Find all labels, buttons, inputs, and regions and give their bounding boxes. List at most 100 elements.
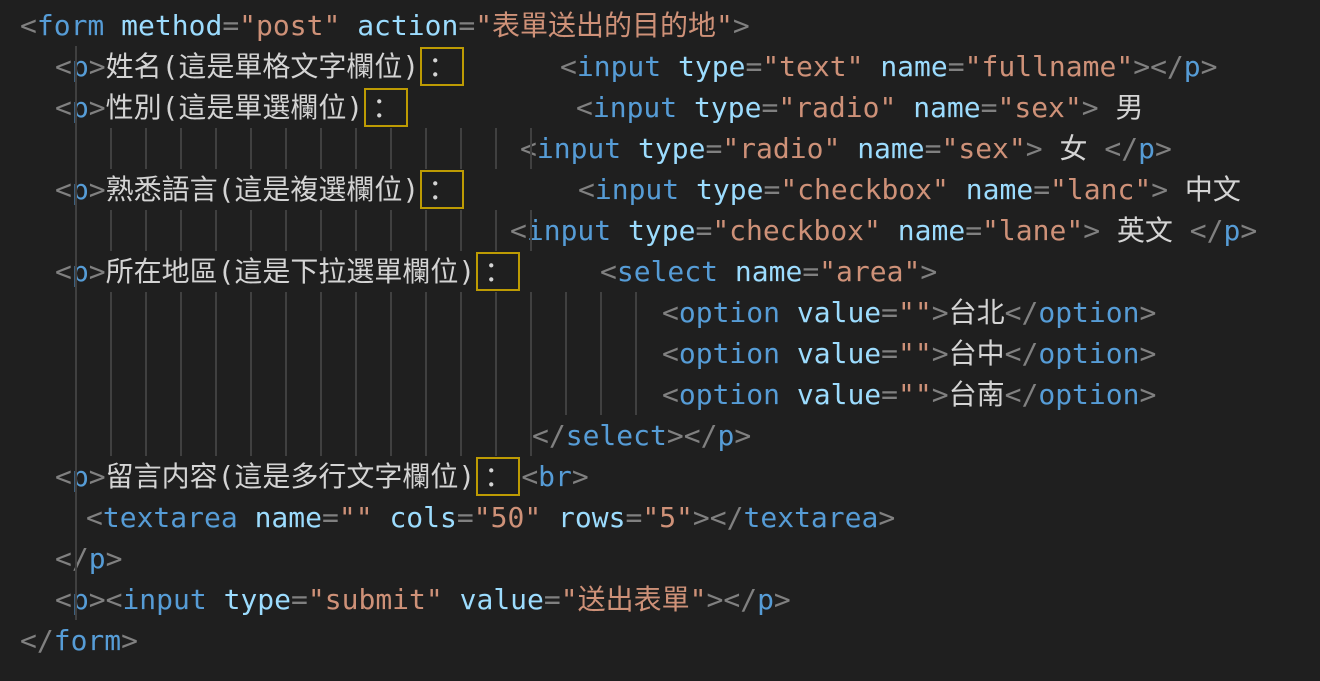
punctuation-token: >	[734, 419, 751, 452]
string-token: ""	[898, 378, 932, 411]
code-segment: </form>	[20, 620, 138, 661]
attribute-token: type	[638, 132, 705, 165]
whitespace-token	[679, 173, 696, 206]
attribute-token: value	[797, 378, 881, 411]
code-line[interactable]: <input type="checkbox" name="lane"> 英文 <…	[20, 210, 1320, 251]
punctuation-token: <	[86, 501, 103, 534]
punctuation-token: =	[1033, 173, 1050, 206]
string-token: "lane"	[982, 214, 1083, 247]
string-token: "checkbox"	[780, 173, 949, 206]
punctuation-token: =	[981, 91, 998, 124]
tag-token: p	[72, 91, 89, 124]
attribute-token: name	[735, 255, 802, 288]
code-segment: </select></p>	[532, 415, 751, 456]
text-token: 台南	[949, 378, 1005, 411]
punctuation-token: </	[684, 419, 718, 452]
punctuation-token: </	[1150, 50, 1184, 83]
text-token: 台北	[949, 296, 1005, 329]
punctuation-token: =	[544, 583, 561, 616]
code-line[interactable]: <p>姓名(這是單格文字欄位)：<input type="text" name=…	[20, 46, 1320, 87]
tag-token: p	[89, 542, 106, 575]
string-token: "radio"	[722, 132, 840, 165]
punctuation-token: </	[1005, 378, 1039, 411]
punctuation-token: <	[600, 255, 617, 288]
code-line[interactable]: <p>性別(這是單選欄位)：<input type="radio" name="…	[20, 87, 1320, 128]
code-segment-aligned: <input type="radio" name="sex"> 男	[576, 87, 1144, 128]
punctuation-token: >	[920, 255, 937, 288]
code-line[interactable]: <option value="">台中</option>	[20, 333, 1320, 374]
punctuation-token: =	[761, 91, 778, 124]
punctuation-token: <	[20, 9, 37, 42]
code-segment: <input type="radio" name="sex"> 女 </p>	[520, 128, 1172, 169]
code-editor[interactable]: <form method="post" action="表單送出的目的地"><p…	[0, 0, 1320, 681]
punctuation-token: >	[932, 296, 949, 329]
punctuation-token: <	[521, 460, 538, 493]
indent-guide	[75, 128, 532, 169]
punctuation-token: </	[723, 583, 757, 616]
tag-token: input	[537, 132, 621, 165]
code-line[interactable]: <textarea name="" cols="50" rows="5"></t…	[20, 497, 1320, 538]
code-line[interactable]: <p>所在地區(這是下拉選單欄位)：<select name="area">	[20, 251, 1320, 292]
text-token: 台中	[949, 337, 1005, 370]
punctuation-token: >	[1083, 214, 1100, 247]
code-line[interactable]: </select></p>	[20, 415, 1320, 456]
punctuation-token: >	[1140, 378, 1157, 411]
whitespace-token	[863, 50, 880, 83]
string-token: "post"	[239, 9, 340, 42]
code-line[interactable]: <option value="">台南</option>	[20, 374, 1320, 415]
punctuation-token: =	[881, 378, 898, 411]
punctuation-token: >	[932, 337, 949, 370]
whitespace-token	[443, 583, 460, 616]
tag-token: form	[54, 624, 121, 657]
unicode-highlight-box: ：	[420, 47, 464, 86]
code-segment-aligned: <input type="text" name="fullname"></p>	[560, 46, 1218, 87]
code-line[interactable]: </p>	[20, 538, 1320, 579]
tag-token: input	[527, 214, 611, 247]
punctuation-token: =	[948, 50, 965, 83]
code-line[interactable]: <p>留言内容(這是多行文字欄位)：<br>	[20, 456, 1320, 497]
text-token: 姓名(這是單格文字欄位)	[106, 50, 420, 83]
punctuation-token: >	[89, 583, 106, 616]
indent-guide	[75, 415, 532, 456]
attribute-token: action	[357, 9, 458, 42]
code-segment: <p>熟悉語言(這是複選欄位)：	[55, 169, 465, 210]
code-segment: <option value="">台北</option>	[662, 292, 1156, 333]
code-line[interactable]: <option value="">台北</option>	[20, 292, 1320, 333]
code-segment: <option value="">台中</option>	[662, 333, 1156, 374]
code-line[interactable]: <p><input type="submit" value="送出表單"></p…	[20, 579, 1320, 620]
attribute-token: name	[255, 501, 322, 534]
punctuation-token: <	[662, 296, 679, 329]
punctuation-token: >	[89, 50, 106, 83]
code-line[interactable]: <p>熟悉語言(這是複選欄位)：<input type="checkbox" n…	[20, 169, 1320, 210]
tag-token: option	[1038, 337, 1139, 370]
attribute-token: name	[913, 91, 980, 124]
attribute-token: name	[966, 173, 1033, 206]
whitespace-token	[949, 173, 966, 206]
indent-guide	[75, 333, 637, 374]
tag-token: textarea	[103, 501, 238, 534]
code-segment: <p>姓名(這是單格文字欄位)：	[55, 46, 465, 87]
tag-token: input	[122, 583, 206, 616]
punctuation-token: >	[1201, 50, 1218, 83]
tag-token: textarea	[744, 501, 879, 534]
punctuation-token: =	[458, 9, 475, 42]
punctuation-token: >	[1151, 173, 1168, 206]
whitespace-token	[104, 9, 121, 42]
punctuation-token: =	[625, 501, 642, 534]
whitespace-token	[780, 296, 797, 329]
whitespace-token	[881, 214, 898, 247]
string-token: "radio"	[778, 91, 896, 124]
punctuation-token: >	[89, 255, 106, 288]
punctuation-token: =	[705, 132, 722, 165]
whitespace-token	[373, 501, 390, 534]
code-line[interactable]: <form method="post" action="表單送出的目的地">	[20, 5, 1320, 46]
code-segment: </p>	[55, 538, 122, 579]
punctuation-token: <	[578, 173, 595, 206]
string-token: "5"	[642, 501, 693, 534]
code-line[interactable]: <input type="radio" name="sex"> 女 </p>	[20, 128, 1320, 169]
punctuation-token: </	[1005, 296, 1039, 329]
attribute-token: value	[797, 337, 881, 370]
tag-token: input	[593, 91, 677, 124]
indent-guide	[75, 374, 637, 415]
code-line[interactable]: </form>	[20, 620, 1320, 661]
